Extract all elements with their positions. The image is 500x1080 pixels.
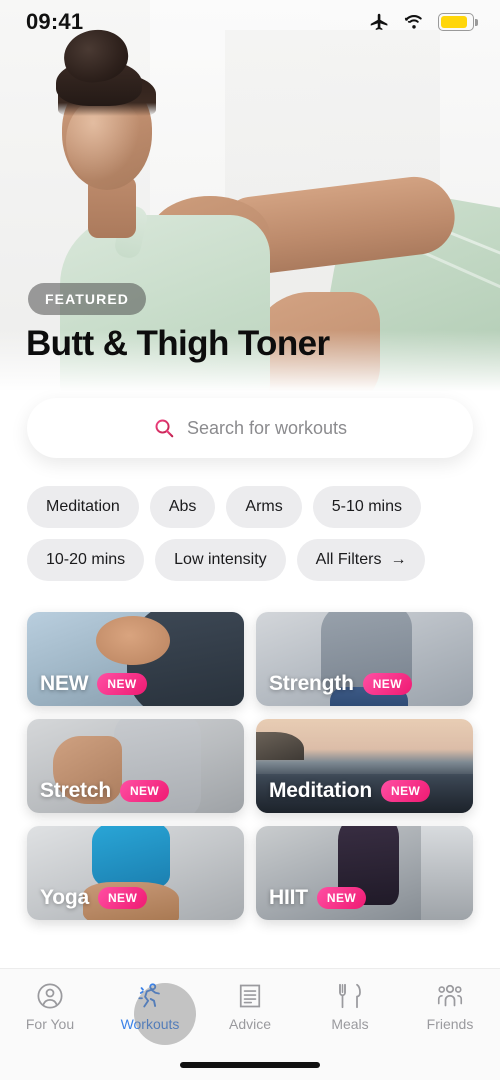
filter-chip-abs[interactable]: Abs: [149, 486, 216, 528]
card-title: Strength: [269, 672, 354, 695]
filter-chip-row: Meditation Abs Arms 5-10 mins 10-20 mins…: [27, 486, 477, 581]
tab-label: Friends: [426, 1016, 474, 1032]
status-icons: [369, 11, 478, 33]
chip-label: 5-10 mins: [331, 498, 402, 515]
tab-advice[interactable]: Advice: [200, 981, 300, 1032]
tab-friends[interactable]: Friends: [400, 981, 500, 1032]
bottom-tab-bar: For You Workouts Advice Meals Friends: [0, 968, 500, 1080]
chip-label: 10-20 mins: [46, 551, 126, 568]
tab-label: For You: [25, 1016, 75, 1032]
tab-for-you[interactable]: For You: [0, 981, 100, 1032]
card-title: HIIT: [269, 886, 308, 909]
new-badge: NEW: [119, 780, 170, 802]
status-time: 09:41: [26, 9, 84, 34]
card-title: NEW: [40, 672, 89, 695]
new-badge: NEW: [362, 673, 412, 695]
page-title: Butt & Thigh Toner: [26, 324, 330, 363]
tab-workouts[interactable]: Workouts: [100, 981, 200, 1045]
people-group-icon: [437, 984, 463, 1007]
chip-label: Meditation: [46, 498, 120, 515]
search-placeholder: Search for workouts: [186, 417, 348, 438]
search-input[interactable]: Search for workouts: [27, 398, 473, 458]
card-label: Meditation NEW: [269, 779, 431, 803]
card-label: Yoga NEW: [40, 886, 148, 910]
search-icon: [155, 419, 174, 438]
app-screen: 09:41 FEATURED Butt & Thigh Toner Search…: [0, 0, 500, 1080]
card-label: Strength NEW: [269, 672, 412, 696]
person-circle-icon: [37, 983, 63, 1009]
category-grid: NEW NEW Strength NEW Stretch NEW Meditat…: [27, 612, 473, 920]
category-card-new[interactable]: NEW NEW: [27, 612, 244, 706]
category-card-hiit[interactable]: HIIT NEW: [256, 826, 473, 920]
card-title: Yoga: [40, 886, 89, 909]
featured-badge: FEATURED: [28, 283, 146, 315]
wifi-icon: [404, 15, 422, 29]
filter-chip-10-20-mins[interactable]: 10-20 mins: [27, 539, 145, 581]
fork-knife-icon: [339, 983, 361, 1009]
filter-chip-5-10-mins[interactable]: 5-10 mins: [312, 486, 421, 528]
status-bar: 09:41: [0, 0, 500, 44]
category-card-meditation[interactable]: Meditation NEW: [256, 719, 473, 813]
document-icon: [239, 984, 261, 1008]
new-badge: NEW: [381, 780, 431, 802]
chip-label: Abs: [168, 498, 197, 515]
filter-chip-all-filters[interactable]: All Filters →: [296, 539, 426, 581]
new-badge: NEW: [97, 887, 148, 909]
category-card-strength[interactable]: Strength NEW: [256, 612, 473, 706]
card-label: NEW NEW: [40, 672, 147, 696]
card-title: Meditation: [269, 779, 372, 802]
new-badge: NEW: [97, 673, 147, 695]
card-label: HIIT NEW: [269, 886, 367, 910]
chip-label: Arms: [245, 498, 283, 515]
filter-chip-arms[interactable]: Arms: [226, 486, 302, 528]
battery-icon: [438, 13, 478, 31]
filter-chip-meditation[interactable]: Meditation: [27, 486, 139, 528]
chip-label: Low intensity: [174, 551, 267, 568]
chip-label: All Filters: [315, 551, 382, 568]
tab-meals[interactable]: Meals: [300, 981, 400, 1032]
category-card-stretch[interactable]: Stretch NEW: [27, 719, 244, 813]
card-title: Stretch: [40, 779, 111, 802]
tab-label: Advice: [228, 1016, 272, 1032]
touch-ripple: [134, 983, 196, 1045]
arrow-right-icon: →: [390, 551, 407, 568]
tab-label: Meals: [331, 1016, 369, 1032]
home-indicator[interactable]: [180, 1062, 320, 1068]
airplane-mode-icon: [370, 13, 388, 30]
new-badge: NEW: [316, 887, 367, 909]
filter-chip-low-intensity[interactable]: Low intensity: [155, 539, 286, 581]
card-label: Stretch NEW: [40, 779, 170, 803]
category-card-yoga[interactable]: Yoga NEW: [27, 826, 244, 920]
